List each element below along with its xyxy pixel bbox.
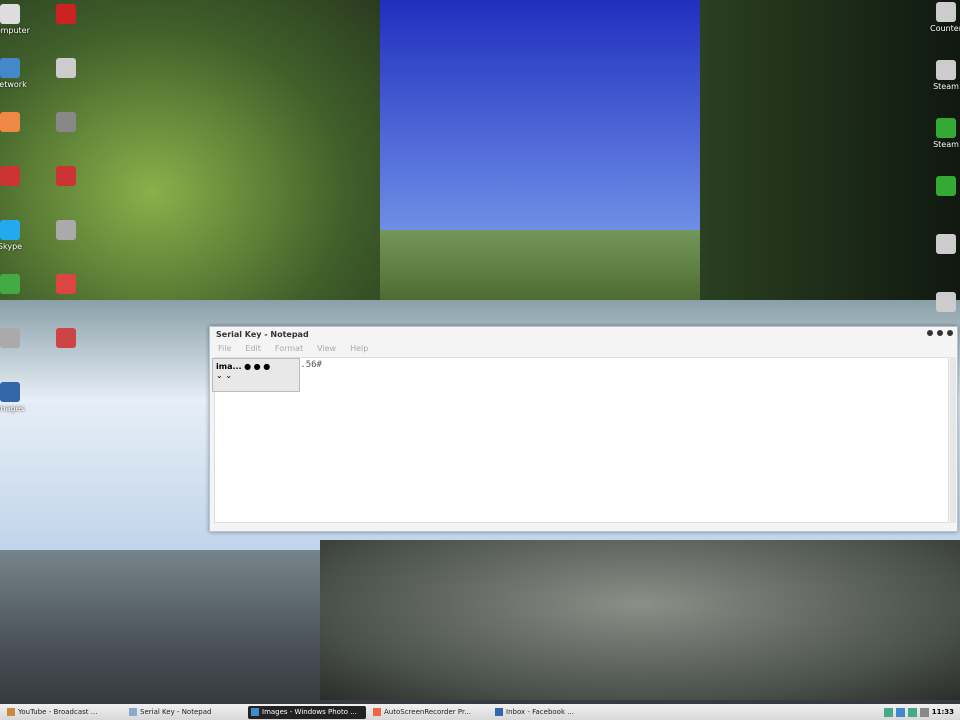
app-icon [56, 112, 76, 132]
desktop-icon[interactable]: Counter [918, 2, 960, 33]
window-title: Serial Key - Notepad [216, 329, 309, 339]
desktop-icon[interactable]: Steam [918, 118, 960, 149]
app-icon [936, 176, 956, 196]
taskbar-item[interactable]: YouTube - Broadcast ... [4, 706, 122, 719]
desktop-icon[interactable] [0, 166, 38, 188]
volume-icon[interactable] [919, 707, 929, 717]
tray-icon[interactable] [895, 707, 905, 717]
notepad-icon [129, 708, 137, 716]
wallpaper-forest [0, 0, 380, 320]
app-icon [56, 4, 76, 24]
desktop-icon[interactable] [918, 234, 960, 256]
desktop-icon[interactable] [38, 4, 94, 26]
app-icon [0, 58, 20, 78]
minimize-button[interactable] [927, 330, 933, 336]
taskbar: YouTube - Broadcast ... Serial Key - Not… [0, 704, 960, 720]
taskbar-item-active[interactable]: Images - Windows Photo ... [248, 705, 366, 719]
more-icon: ● ● ● [244, 362, 271, 371]
clock: 11:33 [931, 708, 954, 716]
desktop-icon[interactable] [38, 220, 94, 242]
app-icon [0, 382, 20, 402]
icon-label: Skype [0, 242, 23, 251]
notepad-window[interactable]: Serial Key - Notepad File Edit Format Vi… [209, 326, 958, 532]
app-icon [0, 328, 20, 348]
menu-view[interactable]: View [317, 344, 336, 353]
desktop-icon[interactable] [38, 112, 94, 134]
menu-format[interactable]: Format [275, 344, 303, 353]
app-icon [0, 166, 20, 186]
app-icon [56, 58, 76, 78]
title-bar[interactable]: Serial Key - Notepad [210, 327, 957, 341]
menu-bar: File Edit Format View Help [210, 341, 957, 355]
taskbar-item[interactable]: Inbox - Facebook ... [492, 706, 610, 719]
desktop-icon[interactable]: Images [0, 382, 38, 413]
chevron-down-icon[interactable]: ⌄ ⌄ [216, 371, 232, 380]
menu-help[interactable]: Help [350, 344, 368, 353]
desktop-icon[interactable] [918, 176, 960, 198]
app-icon [0, 274, 20, 294]
desktop-icon[interactable] [0, 112, 38, 134]
icon-label: Computer [0, 26, 30, 35]
app-icon [936, 118, 956, 138]
app-icon [936, 292, 956, 312]
app-icon [0, 4, 20, 24]
desktop-icon[interactable] [0, 274, 38, 296]
desktop-icon[interactable] [0, 328, 38, 350]
photo-icon [251, 708, 259, 716]
close-button[interactable] [947, 330, 953, 336]
icon-label: Steam [933, 140, 959, 149]
app-icon [0, 220, 20, 240]
desktop-icon[interactable]: Steam [918, 60, 960, 91]
app-icon [936, 2, 956, 22]
tray-icon[interactable] [907, 707, 917, 717]
text-area[interactable]: 5...............56# [214, 357, 949, 523]
icon-label: Steam [933, 82, 959, 91]
system-tray: 11:33 [883, 707, 960, 717]
youtube-icon [7, 708, 15, 716]
app-icon [56, 274, 76, 294]
browser-icon [495, 708, 503, 716]
icon-label: Network [0, 80, 27, 89]
icon-label: Images [0, 404, 25, 413]
desktop-icon[interactable]: Network [0, 58, 38, 89]
app-icon [0, 112, 20, 132]
desktop-icon[interactable] [918, 292, 960, 314]
app-icon [936, 234, 956, 254]
app-icon [56, 328, 76, 348]
menu-edit[interactable]: Edit [245, 344, 261, 353]
desktop-icon[interactable] [38, 58, 94, 80]
desktop-icon[interactable] [38, 328, 94, 350]
thumbnail-popup[interactable]: ima... ● ● ● ⌄ ⌄ [212, 358, 300, 392]
tray-icon[interactable] [883, 707, 893, 717]
wallpaper-forest-right [700, 0, 960, 330]
scrollbar[interactable] [950, 357, 956, 523]
app-icon [56, 220, 76, 240]
desktop-icon[interactable] [38, 166, 94, 188]
wallpaper-rocks [320, 540, 960, 700]
app-icon [56, 166, 76, 186]
desktop-icon[interactable] [38, 274, 94, 296]
app-icon [936, 60, 956, 80]
desktop-icon[interactable]: Computer [0, 4, 38, 35]
icon-label: Counter [930, 24, 960, 33]
recorder-icon [373, 708, 381, 716]
taskbar-item[interactable]: Serial Key - Notepad [126, 706, 244, 719]
maximize-button[interactable] [937, 330, 943, 336]
popup-label: ima... [216, 362, 242, 371]
menu-file[interactable]: File [218, 344, 231, 353]
taskbar-item[interactable]: AutoScreenRecorder Pr... [370, 706, 488, 719]
desktop-icon[interactable]: Skype [0, 220, 38, 251]
